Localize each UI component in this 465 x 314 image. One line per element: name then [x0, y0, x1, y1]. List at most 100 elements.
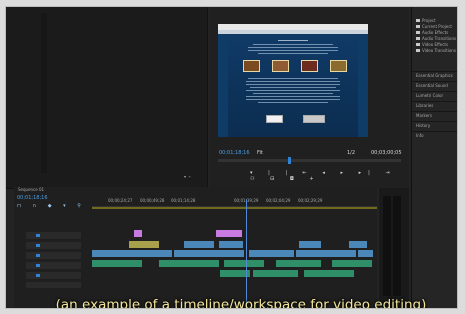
bin-video-effects[interactable]: Video Effects [416, 42, 448, 47]
source-panel: ▾ ⌁ [6, 7, 208, 189]
site-text-line [258, 53, 328, 54]
ruler-label: 00;00;24;27 [108, 198, 133, 203]
panel-tab[interactable]: Markers [412, 111, 457, 120]
timeline-panel: Sequence 01 00;01;18;16 ⊓ ∩ ◆ ▾ ⚲ 00;00;… [14, 187, 377, 308]
target-icon[interactable] [36, 254, 40, 257]
bin-video-transitions[interactable]: Video Transitions [416, 48, 456, 53]
clip[interactable] [184, 241, 214, 248]
site-text-line [246, 90, 340, 91]
quality-dropdown[interactable]: 1/2 [347, 150, 355, 156]
screenshot-frame: ▾ ⌁ 00;01;18;16 Fit 1/2 00;03;00;05 ▾ | … [0, 0, 465, 314]
clip[interactable] [296, 250, 356, 257]
site-title [278, 40, 308, 41]
bin-project[interactable]: Project [416, 18, 436, 23]
clip[interactable] [92, 260, 142, 267]
audio-meters [379, 188, 409, 308]
track-header-v3[interactable] [26, 232, 81, 239]
track-header-v2[interactable] [26, 242, 81, 249]
clip[interactable] [358, 250, 373, 257]
work-area-bar[interactable] [92, 207, 377, 209]
site-text-line [246, 96, 340, 97]
clip[interactable] [134, 230, 142, 237]
meter-left [383, 196, 391, 296]
clip[interactable] [174, 250, 244, 257]
track-header-a1[interactable] [26, 262, 81, 269]
program-scrubber[interactable] [218, 157, 401, 164]
ruler-label: 00;00;49;28 [140, 198, 165, 203]
site-text-line [246, 81, 340, 82]
site-text-line [248, 78, 338, 79]
site-thumbnail [243, 60, 260, 72]
timeline-header: Sequence 01 [14, 187, 377, 194]
browser-toolbar [218, 30, 368, 34]
clip[interactable] [299, 241, 321, 248]
timeline-tools[interactable]: ⊓ ∩ ◆ ▾ ⚲ [17, 203, 86, 209]
clip[interactable] [249, 250, 294, 257]
bin-audio-transitions[interactable]: Audio Transitions [416, 36, 456, 41]
caption-text: (an example of a timeline/workspace for … [55, 297, 427, 309]
source-panel-controls: ▾ ⌁ [184, 174, 191, 179]
timeline-playhead[interactable] [246, 199, 247, 308]
time-ruler[interactable]: 00;00;24;27 00;00;49;28 00;01;14;28 00;0… [92, 197, 377, 207]
clip[interactable] [216, 230, 242, 237]
site-thumbnail [330, 60, 347, 72]
bin-current-project[interactable]: Current Project [416, 24, 452, 29]
site-card [266, 115, 283, 123]
folder-icon [416, 43, 420, 46]
panel-tab[interactable]: Info [412, 131, 457, 140]
track-header-a3[interactable] [26, 282, 81, 288]
site-text-line [248, 47, 338, 48]
clip[interactable] [253, 270, 298, 277]
clip[interactable] [219, 241, 243, 248]
panel-tab[interactable]: Lumetri Color [412, 91, 457, 100]
site-text-line [253, 44, 333, 45]
site-text-line [250, 87, 336, 88]
transport-controls[interactable]: ▾ | | ⇤ ◂ ▸ ▸| ⇥ ⚇ ⊟ ◘ + [250, 170, 409, 182]
folder-icon [416, 37, 420, 40]
panel-tab[interactable]: Essential Graphics [412, 71, 457, 80]
fit-dropdown[interactable]: Fit [257, 150, 263, 156]
program-timecode: 00;01;18;16 [219, 150, 250, 156]
track-headers [26, 232, 86, 288]
clip[interactable] [304, 270, 354, 277]
clip[interactable] [349, 241, 367, 248]
clip[interactable] [332, 260, 372, 267]
source-panel-scrollbar[interactable] [41, 13, 47, 173]
folder-icon [416, 49, 420, 52]
website-preview [228, 36, 358, 137]
panel-tab[interactable]: Essential Sound [412, 81, 457, 90]
site-thumbnail [272, 60, 289, 72]
target-icon[interactable] [36, 264, 40, 267]
target-icon[interactable] [36, 234, 40, 237]
ruler-label: 00;01;14;28 [171, 198, 196, 203]
timeline-timecode[interactable]: 00;01;18;16 [17, 195, 48, 201]
program-playhead[interactable] [288, 157, 291, 164]
video-editor-window: ▾ ⌁ 00;01;18;16 Fit 1/2 00;03;00;05 ▾ | … [5, 6, 458, 309]
project-panel: Project Current Project Audio Effects Au… [411, 7, 457, 308]
program-viewer [218, 24, 368, 137]
panel-tab[interactable]: Libraries [412, 101, 457, 110]
target-icon[interactable] [36, 244, 40, 247]
program-monitor: 00;01;18;16 Fit 1/2 00;03;00;05 ▾ | | ⇤ … [210, 7, 409, 188]
clip[interactable] [224, 260, 264, 267]
track-header-v1[interactable] [26, 252, 81, 259]
meter-right [393, 196, 401, 296]
clip[interactable] [92, 250, 172, 257]
panel-tab[interactable]: History [412, 121, 457, 130]
duration-timecode: 00;03;00;05 [371, 150, 402, 156]
ruler-label: 00;02;29;29 [298, 198, 323, 203]
track-header-a2[interactable] [26, 272, 81, 279]
site-text-line [258, 102, 328, 103]
site-text-line [246, 84, 340, 85]
clip[interactable] [276, 260, 321, 267]
folder-icon [416, 19, 420, 22]
clip[interactable] [129, 241, 159, 248]
target-icon[interactable] [36, 274, 40, 277]
sequence-tab[interactable]: Sequence 01 [18, 188, 44, 192]
folder-icon [416, 31, 420, 34]
site-text-line [246, 99, 340, 100]
site-card [303, 115, 325, 123]
site-thumbnail [301, 60, 318, 72]
clip[interactable] [159, 260, 219, 267]
bin-audio-effects[interactable]: Audio Effects [416, 30, 448, 35]
